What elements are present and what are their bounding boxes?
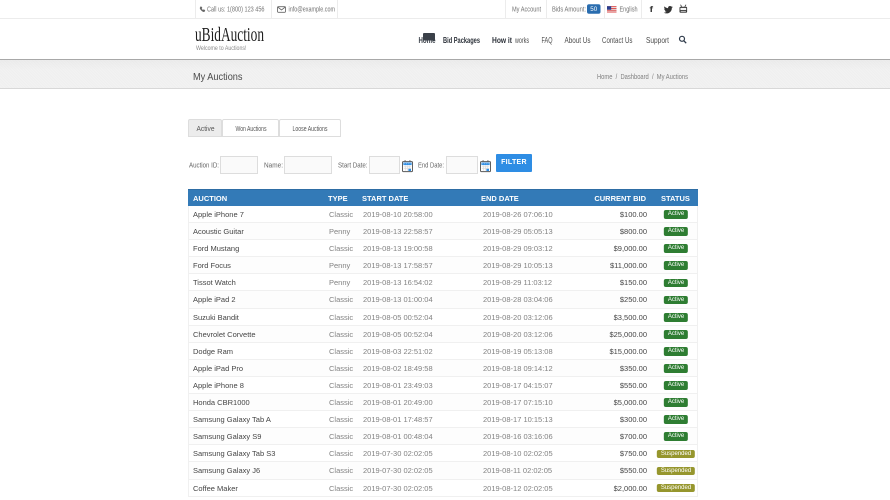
svg-text:Contact Us: Contact Us xyxy=(602,36,633,45)
svg-text:uBidAuction: uBidAuction xyxy=(195,24,264,46)
svg-text:Welcome to Auctions!: Welcome to Auctions! xyxy=(196,45,247,52)
svg-text:Support: Support xyxy=(646,36,670,45)
svg-text:Home: Home xyxy=(419,36,436,45)
svg-text:About Us: About Us xyxy=(565,36,591,45)
svg-text:Name:: Name: xyxy=(264,161,283,170)
svg-text:End Date:: End Date: xyxy=(418,161,444,170)
svg-text:FAQ: FAQ xyxy=(542,36,553,45)
svg-text:works: works xyxy=(514,36,529,45)
svg-text:Start Date:: Start Date: xyxy=(338,161,368,170)
svg-text:How it: How it xyxy=(492,36,512,45)
svg-text:Auction ID:: Auction ID: xyxy=(189,161,219,170)
svg-text:Bid Packages: Bid Packages xyxy=(443,36,480,45)
